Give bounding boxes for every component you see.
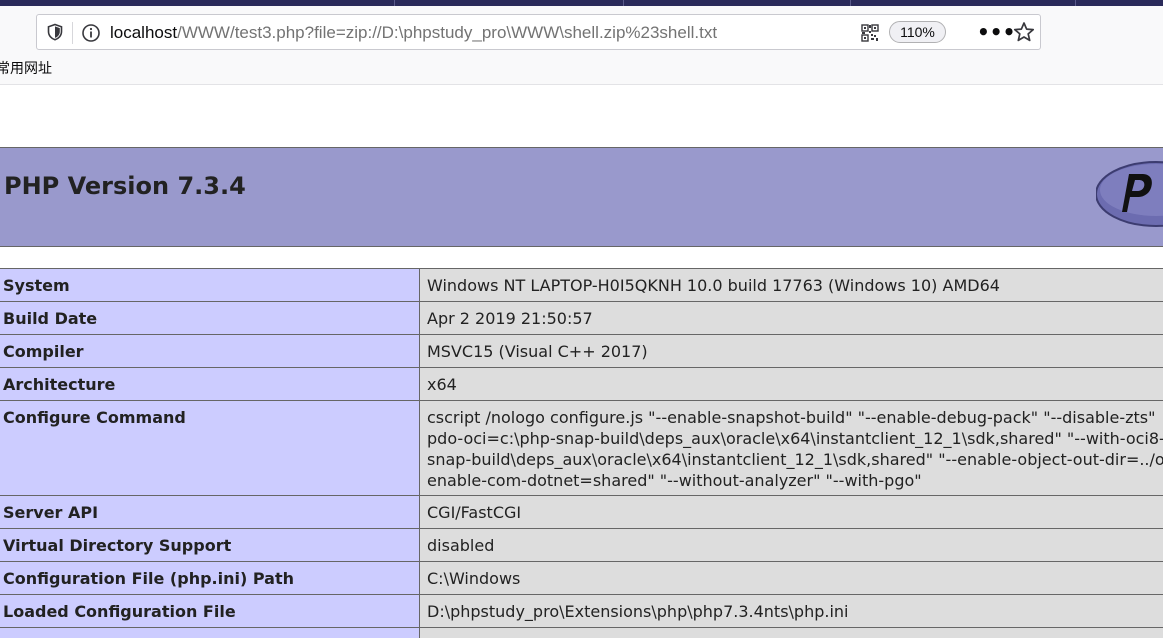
row-value-line: Apr 2 2019 21:50:57 bbox=[427, 309, 593, 328]
table-row: Architecture x64 bbox=[0, 367, 1163, 401]
url-text[interactable]: localhost/WWW/test3.php?file=zip://D:\ph… bbox=[110, 22, 717, 44]
table-row: Configuration File (php.ini) Path C:\Win… bbox=[0, 561, 1163, 595]
bookmark-star-icon[interactable] bbox=[1013, 21, 1035, 43]
tab-separator bbox=[623, 0, 624, 6]
row-value bbox=[419, 627, 1163, 638]
row-label: Architecture bbox=[0, 367, 420, 401]
row-label: Virtual Directory Support bbox=[0, 528, 420, 562]
row-value-line: MSVC15 (Visual C++ 2017) bbox=[427, 342, 648, 361]
qr-code-icon[interactable] bbox=[861, 24, 879, 42]
row-label: Configure Command bbox=[0, 400, 420, 496]
row-value-line: C:\Windows bbox=[427, 569, 521, 588]
tab-separator bbox=[394, 0, 395, 6]
shield-icon[interactable] bbox=[46, 23, 64, 41]
row-value-line: disabled bbox=[427, 536, 495, 555]
row-value: disabled bbox=[419, 528, 1163, 562]
row-value: x64 bbox=[419, 367, 1163, 401]
row-value-line: enable-com-dotnet=shared" "--without-ana… bbox=[427, 471, 922, 490]
row-label: Loaded Configuration File bbox=[0, 594, 420, 628]
bookmark-folder-common-sites[interactable]: 常用网址 bbox=[0, 61, 52, 77]
address-bar[interactable]: localhost/WWW/test3.php?file=zip://D:\ph… bbox=[36, 14, 1041, 50]
row-value: cscript /nologo configure.js "--enable-s… bbox=[419, 400, 1163, 496]
info-icon[interactable] bbox=[81, 23, 101, 43]
row-value: Windows NT LAPTOP-H0I5QKNH 10.0 build 17… bbox=[419, 268, 1163, 302]
bookmarks-toolbar: 常用网址 bbox=[0, 58, 52, 80]
url-path: /WWW/test3.php?file=zip://D:\phpstudy_pr… bbox=[177, 23, 718, 42]
browser-chrome: localhost/WWW/test3.php?file=zip://D:\ph… bbox=[0, 0, 1163, 85]
url-host: localhost bbox=[110, 23, 178, 42]
table-row: Server API CGI/FastCGI bbox=[0, 495, 1163, 529]
row-value: MSVC15 (Visual C++ 2017) bbox=[419, 334, 1163, 368]
table-row: Build Date Apr 2 2019 21:50:57 bbox=[0, 301, 1163, 335]
row-label: Compiler bbox=[0, 334, 420, 368]
table-row: Compiler MSVC15 (Visual C++ 2017) bbox=[0, 334, 1163, 368]
row-value-line: cscript /nologo configure.js "--enable-s… bbox=[427, 408, 1156, 427]
row-label: Build Date bbox=[0, 301, 420, 335]
address-bar-divider bbox=[72, 22, 73, 44]
tab-separator bbox=[850, 0, 851, 6]
tab-separator bbox=[1075, 0, 1076, 6]
row-label: Configuration File (php.ini) Path bbox=[0, 561, 420, 595]
row-label: Server API bbox=[0, 495, 420, 529]
table-row: Loaded Configuration File D:\phpstudy_pr… bbox=[0, 594, 1163, 628]
row-value: D:\phpstudy_pro\Extensions\php\php7.3.4n… bbox=[419, 594, 1163, 628]
table-row: Virtual Directory Support disabled bbox=[0, 528, 1163, 562]
zoom-level-badge[interactable]: 110% bbox=[889, 21, 946, 43]
row-value-line: D:\phpstudy_pro\Extensions\php\php7.3.4n… bbox=[427, 602, 849, 621]
tab-strip bbox=[0, 0, 1163, 6]
row-label bbox=[0, 627, 420, 638]
page-content: PHP Version 7.3.4 System Windows NT LAPT… bbox=[0, 86, 1163, 638]
row-value-line: CGI/FastCGI bbox=[427, 503, 522, 522]
row-value-line: pdo-oci=c:\php-snap-build\deps_aux\oracl… bbox=[427, 429, 1163, 448]
table-row: System Windows NT LAPTOP-H0I5QKNH 10.0 b… bbox=[0, 268, 1163, 302]
row-value: CGI/FastCGI bbox=[419, 495, 1163, 529]
row-label: System bbox=[0, 268, 420, 302]
row-value-line: snap-build\deps_aux\oracle\x64\instantcl… bbox=[427, 450, 1163, 469]
row-value-line: Windows NT LAPTOP-H0I5QKNH 10.0 build 17… bbox=[427, 276, 1000, 295]
more-actions-icon[interactable]: ••• bbox=[977, 22, 1015, 43]
phpinfo-header: PHP Version 7.3.4 bbox=[0, 147, 1163, 247]
table-row bbox=[0, 627, 1163, 638]
php-logo-icon[interactable] bbox=[1096, 160, 1163, 228]
page-title: PHP Version 7.3.4 bbox=[4, 172, 246, 200]
row-value: Apr 2 2019 21:50:57 bbox=[419, 301, 1163, 335]
row-value-line: x64 bbox=[427, 375, 457, 394]
phpinfo-table: System Windows NT LAPTOP-H0I5QKNH 10.0 b… bbox=[0, 268, 1163, 638]
row-value: C:\Windows bbox=[419, 561, 1163, 595]
table-row: Configure Command cscript /nologo config… bbox=[0, 400, 1163, 496]
